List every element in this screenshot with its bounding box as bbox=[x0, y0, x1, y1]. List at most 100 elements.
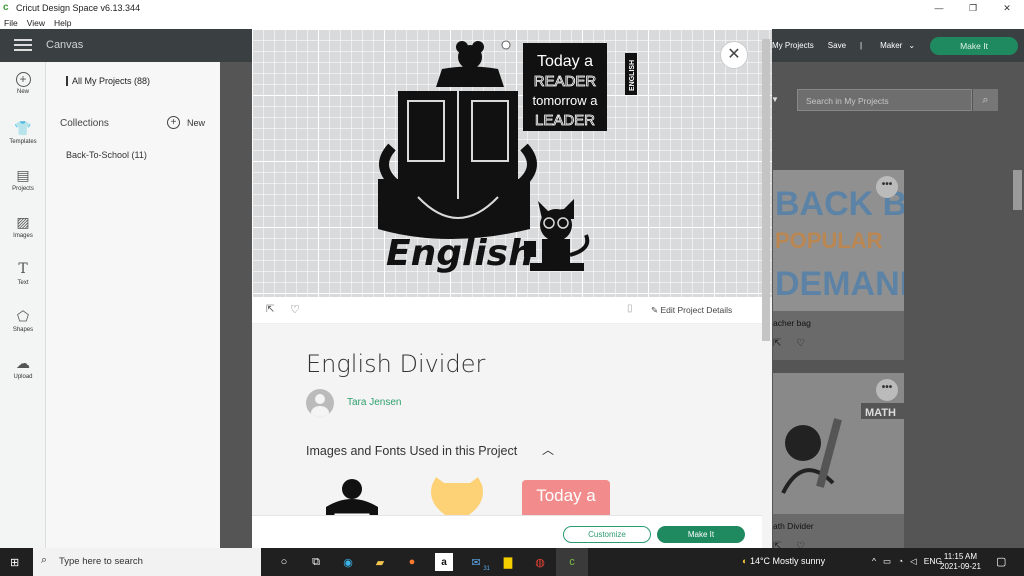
heart-icon[interactable]: ♡ bbox=[290, 303, 300, 316]
project-card[interactable]: BACK BY POPULAR DEMAND ••• acher bag ⇱ ♡ bbox=[773, 170, 904, 360]
search-input[interactable]: Search in My Projects bbox=[797, 89, 972, 111]
collections-heading: Collections bbox=[60, 118, 109, 129]
card-title: acher bag bbox=[773, 318, 811, 328]
taskbar-search-input[interactable]: ⌕ Type here to search bbox=[33, 548, 261, 576]
modal-scrollbar[interactable] bbox=[762, 39, 770, 341]
volume-icon[interactable]: ◁ bbox=[910, 556, 917, 567]
page-scrollbar[interactable] bbox=[1013, 170, 1022, 210]
clock[interactable]: 11:15 AM 2021-09-21 bbox=[940, 552, 981, 572]
rail-images[interactable]: ▨ Images bbox=[0, 213, 46, 239]
menu-help[interactable]: Help bbox=[54, 18, 71, 28]
rail-new[interactable]: + New bbox=[0, 72, 46, 95]
edge-icon[interactable]: ◉ bbox=[332, 548, 364, 576]
cricut-logo-icon: c bbox=[3, 2, 9, 13]
new-collection-button[interactable]: New bbox=[187, 118, 205, 128]
weather-widget[interactable]: ◐ 14°C Mostly sunny bbox=[742, 556, 825, 566]
english-vertical-label: ENGLISH bbox=[629, 60, 636, 91]
file-explorer-icon[interactable]: ▰ bbox=[364, 548, 396, 576]
nav-right: My Projects Save | Maker ⌄ bbox=[772, 29, 915, 62]
svg-text:POPULAR: POPULAR bbox=[775, 228, 883, 253]
network-icon[interactable]: ◔ bbox=[898, 556, 903, 567]
taskbar-apps: ○ ⧉ ◉ ▰ ● a ✉ 31 ▇ ◍ c bbox=[268, 548, 588, 576]
menu-bar: File View Help bbox=[0, 16, 1024, 29]
window-title: Cricut Design Space v6.13.344 bbox=[16, 3, 141, 13]
project-details-modal: Today a READER tomorrow a LEADER ENGLISH… bbox=[252, 29, 772, 548]
author-link[interactable]: Tara Jensen bbox=[347, 397, 401, 408]
notification-icon[interactable]: ▢ bbox=[996, 555, 1006, 568]
cricut-taskbar-icon[interactable]: c bbox=[556, 548, 588, 576]
window-controls: — ❐ ✕ bbox=[922, 0, 1024, 16]
left-toolbar: + New 👕 Templates ▤ Projects ▨ Images T … bbox=[0, 62, 46, 548]
make-it-button[interactable]: Make It bbox=[657, 526, 745, 543]
minimize-button[interactable]: — bbox=[922, 0, 956, 16]
more-options-button[interactable]: ••• bbox=[876, 379, 898, 401]
machine-select[interactable]: Maker bbox=[880, 41, 902, 50]
amazon-icon[interactable]: a bbox=[435, 553, 453, 571]
menu-file[interactable]: File bbox=[4, 18, 18, 28]
cortana-icon[interactable]: ○ bbox=[268, 548, 300, 576]
close-window-button[interactable]: ✕ bbox=[990, 0, 1024, 16]
rail-projects[interactable]: ▤ Projects bbox=[0, 166, 46, 192]
plus-circle-icon[interactable]: + bbox=[167, 116, 180, 129]
restore-button[interactable]: ❐ bbox=[956, 0, 990, 16]
avatar[interactable] bbox=[306, 389, 334, 417]
menu-view[interactable]: View bbox=[27, 18, 45, 28]
card-actions: ⇱ ♡ bbox=[773, 338, 805, 349]
chevron-down-icon: ⌄ bbox=[908, 41, 916, 50]
mail-icon[interactable]: ✉ 31 bbox=[460, 548, 492, 576]
image-icon: ▨ bbox=[16, 214, 30, 230]
english-divider-artwork: Today a READER tomorrow a LEADER ENGLISH… bbox=[378, 40, 637, 274]
svg-text:MATH: MATH bbox=[865, 407, 896, 419]
rail-upload[interactable]: ☁ Upload bbox=[0, 354, 46, 380]
sun-icon: ◐ bbox=[742, 556, 750, 566]
projects-panel: All My Projects (88) Collections + New B… bbox=[46, 62, 220, 548]
modal-footer: Customize Make It bbox=[252, 515, 762, 548]
make-it-top-button[interactable]: Make It bbox=[930, 37, 1018, 55]
canvas-link[interactable]: Canvas bbox=[46, 39, 83, 51]
chevron-up-icon[interactable]: ︿ bbox=[542, 441, 554, 458]
english-word: English bbox=[386, 233, 534, 274]
upload-icon: ☁ bbox=[16, 355, 30, 371]
chevron-up-icon[interactable]: ^ bbox=[872, 556, 876, 567]
share-icon[interactable]: ⇱ bbox=[266, 304, 274, 315]
text-icon: T bbox=[18, 261, 28, 277]
banner-line-3: tomorrow a bbox=[532, 93, 598, 108]
battery-icon[interactable]: ▭ bbox=[883, 556, 891, 567]
project-card[interactable]: MATH ••• ath Divider ⇱ ♡ bbox=[773, 373, 904, 552]
rail-shapes[interactable]: ⬠ Shapes bbox=[0, 307, 46, 333]
rail-text[interactable]: T Text bbox=[0, 260, 46, 286]
bookmark-icon[interactable]: ▯ bbox=[627, 303, 633, 314]
project-preview: Today a READER tomorrow a LEADER ENGLISH… bbox=[252, 29, 772, 297]
title-bar: c Cricut Design Space v6.13.344 — ❐ ✕ bbox=[0, 0, 1024, 16]
heart-icon[interactable]: ♡ bbox=[796, 338, 805, 349]
search-icon: ⌕ bbox=[41, 554, 48, 566]
project-title: English Divider bbox=[306, 350, 486, 378]
calendar-badge: 31 bbox=[483, 566, 490, 572]
shirt-icon: 👕 bbox=[14, 120, 32, 136]
nav-divider: | bbox=[860, 41, 863, 50]
customize-button[interactable]: Customize bbox=[563, 526, 651, 543]
more-options-button[interactable]: ••• bbox=[876, 176, 898, 198]
time: 11:15 AM bbox=[943, 552, 978, 561]
rail-templates[interactable]: 👕 Templates bbox=[0, 119, 46, 145]
date: 2021-09-21 bbox=[940, 562, 981, 571]
save-link[interactable]: Save bbox=[828, 41, 846, 50]
card-title: ath Divider bbox=[773, 521, 814, 531]
windows-start-icon[interactable]: ⊞ bbox=[10, 556, 19, 569]
my-projects-link[interactable]: My Projects bbox=[772, 41, 814, 50]
chrome-icon[interactable]: ◍ bbox=[524, 548, 556, 576]
all-projects-link[interactable]: All My Projects (88) bbox=[66, 76, 150, 86]
hamburger-menu-icon[interactable] bbox=[14, 39, 32, 51]
task-view-icon[interactable]: ⧉ bbox=[300, 548, 332, 576]
images-fonts-heading[interactable]: Images and Fonts Used in this Project bbox=[306, 444, 517, 458]
shapes-icon: ⬠ bbox=[16, 308, 30, 324]
projects-icon: ▤ bbox=[16, 167, 30, 183]
close-icon[interactable]: ✕ bbox=[720, 41, 748, 69]
sticky-notes-icon[interactable]: ▇ bbox=[492, 548, 524, 576]
search-icon[interactable]: ⌕ bbox=[973, 89, 998, 111]
collection-back-to-school[interactable]: Back-To-School (11) bbox=[66, 150, 147, 160]
chevron-down-icon[interactable]: ▼ bbox=[771, 95, 779, 104]
edit-project-details-link[interactable]: ✎ Edit Project Details bbox=[651, 305, 732, 316]
firefox-icon[interactable]: ● bbox=[396, 548, 428, 576]
share-icon[interactable]: ⇱ bbox=[773, 338, 781, 349]
